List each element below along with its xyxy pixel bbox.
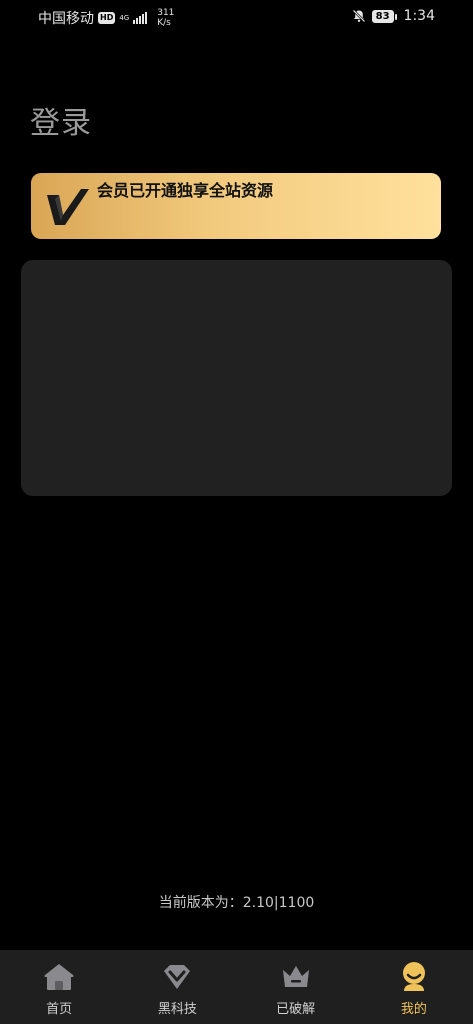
network-type: 4G: [119, 14, 130, 22]
nav-item-home[interactable]: 首页: [0, 950, 118, 1024]
crown-icon: [282, 966, 309, 987]
signal-icon: [133, 12, 148, 24]
battery-indicator: 83: [371, 9, 397, 23]
profile-icon: [402, 962, 425, 991]
login-title[interactable]: 登录: [30, 98, 92, 142]
vip-status-text: 会员已开通独享全站资源: [97, 181, 274, 200]
hd-badge: HD: [98, 12, 116, 24]
nav-item-mine[interactable]: 我的: [355, 950, 473, 1024]
status-left: 中国移动 HD 4G 311 K/s: [38, 8, 174, 28]
status-right: 83 1:34: [352, 8, 435, 24]
clock: 1:34: [403, 8, 435, 24]
nav-item-cracked[interactable]: 已破解: [237, 950, 355, 1024]
nav-label-tech: 黑科技: [157, 1002, 197, 1017]
speed-unit: K/s: [157, 18, 171, 28]
vip-banner[interactable]: 会员已开通独享全站资源: [31, 173, 441, 239]
version-info: 当前版本为：2.10|1100: [0, 892, 473, 912]
bell-muted-icon: [352, 9, 366, 23]
screen: 中国移动 HD 4G 311 K/s 83 1:34 登录 会员已开通独享全站资…: [0, 0, 473, 1024]
content-card: [21, 260, 452, 496]
carrier-name: 中国移动: [38, 11, 94, 27]
home-icon: [44, 964, 74, 990]
nav-label-home: 首页: [46, 1002, 73, 1017]
nav-label-mine: 我的: [400, 1002, 427, 1017]
bottom-nav: 首页 黑科技 已破解 我的: [0, 950, 473, 1024]
vip-v-logo-icon: [47, 189, 89, 225]
speed-value: 311: [157, 8, 175, 18]
nav-label-cracked: 已破解: [276, 1002, 316, 1017]
diamond-icon: [164, 965, 191, 989]
network-speed: 311 K/s: [157, 8, 174, 28]
status-bar: 中国移动 HD 4G 311 K/s 83 1:34: [0, 0, 473, 36]
version-value: 2.10|1100: [242, 895, 315, 911]
nav-item-tech[interactable]: 黑科技: [118, 950, 236, 1024]
version-label: 当前版本为：: [158, 895, 243, 911]
